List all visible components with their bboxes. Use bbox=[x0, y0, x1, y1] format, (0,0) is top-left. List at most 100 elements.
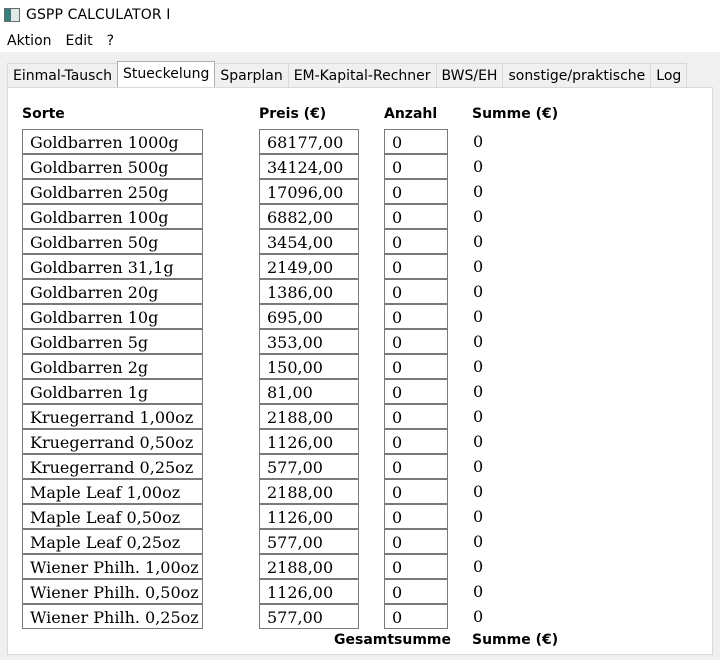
anzahl-field[interactable]: 0 bbox=[384, 204, 448, 229]
anzahl-field[interactable]: 0 bbox=[384, 179, 448, 204]
sorte-field[interactable]: Goldbarren 50g bbox=[22, 229, 203, 254]
table-row: Goldbarren 1000g 68177,00 0 0 bbox=[0, 129, 720, 154]
column-header-preis: Preis (€) bbox=[259, 106, 327, 122]
sorte-field[interactable]: Maple Leaf 0,25oz bbox=[22, 529, 203, 554]
preis-field[interactable]: 577,00 bbox=[259, 604, 359, 629]
tab-em-kapital-rechner[interactable]: EM-Kapital-Rechner bbox=[287, 63, 437, 87]
sorte-field[interactable]: Maple Leaf 1,00oz bbox=[22, 479, 203, 504]
sorte-field[interactable]: Goldbarren 10g bbox=[22, 304, 203, 329]
summe-value: 0 bbox=[473, 482, 484, 501]
preis-field[interactable]: 2188,00 bbox=[259, 404, 359, 429]
title-bar: GSPP CALCULATOR I bbox=[0, 0, 720, 30]
menu-help[interactable]: ? bbox=[100, 30, 121, 52]
sorte-field[interactable]: Maple Leaf 0,50oz bbox=[22, 504, 203, 529]
menu-aktion[interactable]: Aktion bbox=[0, 30, 59, 52]
preis-field[interactable]: 34124,00 bbox=[259, 154, 359, 179]
sorte-field[interactable]: Kruegerrand 0,25oz bbox=[22, 454, 203, 479]
gesamtsumme-label: Gesamtsumme bbox=[334, 632, 452, 648]
anzahl-field[interactable]: 0 bbox=[384, 329, 448, 354]
sorte-field[interactable]: Goldbarren 1g bbox=[22, 379, 203, 404]
anzahl-field[interactable]: 0 bbox=[384, 579, 448, 604]
table-row: Goldbarren 250g 17096,00 0 0 bbox=[0, 179, 720, 204]
anzahl-field[interactable]: 0 bbox=[384, 129, 448, 154]
table-row: Goldbarren 2g 150,00 0 0 bbox=[0, 354, 720, 379]
preis-field[interactable]: 150,00 bbox=[259, 354, 359, 379]
anzahl-field[interactable]: 0 bbox=[384, 479, 448, 504]
tab-stueckelung[interactable]: Stueckelung bbox=[117, 61, 216, 87]
sorte-field[interactable]: Goldbarren 500g bbox=[22, 154, 203, 179]
summe-value: 0 bbox=[473, 232, 484, 251]
menu-bar: Aktion Edit ? bbox=[0, 30, 720, 52]
sorte-field[interactable]: Wiener Philh. 1,00oz bbox=[22, 554, 203, 579]
preis-field[interactable]: 577,00 bbox=[259, 454, 359, 479]
tab-bws-eh[interactable]: BWS/EH bbox=[435, 63, 504, 87]
tab-sonstige-praktische[interactable]: sonstige/praktische bbox=[502, 63, 652, 87]
anzahl-field[interactable]: 0 bbox=[384, 404, 448, 429]
preis-field[interactable]: 2188,00 bbox=[259, 479, 359, 504]
anzahl-field[interactable]: 0 bbox=[384, 604, 448, 629]
table-row: Kruegerrand 0,25oz 577,00 0 0 bbox=[0, 454, 720, 479]
sorte-field[interactable]: Goldbarren 2g bbox=[22, 354, 203, 379]
preis-field[interactable]: 2149,00 bbox=[259, 254, 359, 279]
sorte-field[interactable]: Kruegerrand 1,00oz bbox=[22, 404, 203, 429]
sorte-field[interactable]: Goldbarren 5g bbox=[22, 329, 203, 354]
sorte-field[interactable]: Goldbarren 250g bbox=[22, 179, 203, 204]
preis-field[interactable]: 1126,00 bbox=[259, 504, 359, 529]
preis-field[interactable]: 353,00 bbox=[259, 329, 359, 354]
window-title: GSPP CALCULATOR I bbox=[26, 7, 171, 23]
anzahl-field[interactable]: 0 bbox=[384, 504, 448, 529]
preis-field[interactable]: 17096,00 bbox=[259, 179, 359, 204]
anzahl-field[interactable]: 0 bbox=[384, 554, 448, 579]
sorte-field[interactable]: Goldbarren 20g bbox=[22, 279, 203, 304]
preis-field[interactable]: 577,00 bbox=[259, 529, 359, 554]
anzahl-field[interactable]: 0 bbox=[384, 529, 448, 554]
summe-value: 0 bbox=[473, 532, 484, 551]
preis-field[interactable]: 6882,00 bbox=[259, 204, 359, 229]
table-row: Maple Leaf 0,50oz 1126,00 0 0 bbox=[0, 504, 720, 529]
anzahl-field[interactable]: 0 bbox=[384, 429, 448, 454]
sorte-field[interactable]: Wiener Philh. 0,50oz bbox=[22, 579, 203, 604]
tab-bar: Einmal-Tausch Stueckelung Sparplan EM-Ka… bbox=[7, 61, 688, 87]
sorte-field[interactable]: Kruegerrand 0,50oz bbox=[22, 429, 203, 454]
preis-field[interactable]: 81,00 bbox=[259, 379, 359, 404]
sorte-field[interactable]: Goldbarren 100g bbox=[22, 204, 203, 229]
anzahl-field[interactable]: 0 bbox=[384, 229, 448, 254]
anzahl-field[interactable]: 0 bbox=[384, 354, 448, 379]
summe-value: 0 bbox=[473, 407, 484, 426]
anzahl-field[interactable]: 0 bbox=[384, 304, 448, 329]
anzahl-field[interactable]: 0 bbox=[384, 254, 448, 279]
table-row: Maple Leaf 0,25oz 577,00 0 0 bbox=[0, 529, 720, 554]
sorte-field[interactable]: Goldbarren 1000g bbox=[22, 129, 203, 154]
preis-field[interactable]: 68177,00 bbox=[259, 129, 359, 154]
anzahl-field[interactable]: 0 bbox=[384, 154, 448, 179]
preis-field[interactable]: 695,00 bbox=[259, 304, 359, 329]
table-row: Goldbarren 20g 1386,00 0 0 bbox=[0, 279, 720, 304]
anzahl-field[interactable]: 0 bbox=[384, 279, 448, 304]
anzahl-field[interactable]: 0 bbox=[384, 454, 448, 479]
table-row: Kruegerrand 1,00oz 2188,00 0 0 bbox=[0, 404, 720, 429]
tab-log[interactable]: Log bbox=[650, 63, 688, 87]
summe-value: 0 bbox=[473, 307, 484, 326]
preis-field[interactable]: 3454,00 bbox=[259, 229, 359, 254]
summe-value: 0 bbox=[473, 157, 484, 176]
summe-value: 0 bbox=[473, 357, 484, 376]
sorte-field[interactable]: Wiener Philh. 0,25oz bbox=[22, 604, 203, 629]
anzahl-field[interactable]: 0 bbox=[384, 379, 448, 404]
column-header-sorte: Sorte bbox=[22, 106, 65, 122]
summe-value: 0 bbox=[473, 507, 484, 526]
menu-edit[interactable]: Edit bbox=[59, 30, 100, 52]
summe-value: 0 bbox=[473, 182, 484, 201]
table-row: Maple Leaf 1,00oz 2188,00 0 0 bbox=[0, 479, 720, 504]
summe-value: 0 bbox=[473, 132, 484, 151]
preis-field[interactable]: 2188,00 bbox=[259, 554, 359, 579]
preis-field[interactable]: 1386,00 bbox=[259, 279, 359, 304]
sorte-field[interactable]: Goldbarren 31,1g bbox=[22, 254, 203, 279]
preis-field[interactable]: 1126,00 bbox=[259, 429, 359, 454]
table-row: Kruegerrand 0,50oz 1126,00 0 0 bbox=[0, 429, 720, 454]
preis-field[interactable]: 1126,00 bbox=[259, 579, 359, 604]
summe-value: 0 bbox=[473, 457, 484, 476]
gesamtsumme-value: Summe (€) bbox=[472, 632, 559, 648]
summe-value: 0 bbox=[473, 257, 484, 276]
tab-einmal-tausch[interactable]: Einmal-Tausch bbox=[7, 63, 119, 87]
tab-sparplan[interactable]: Sparplan bbox=[214, 63, 289, 87]
